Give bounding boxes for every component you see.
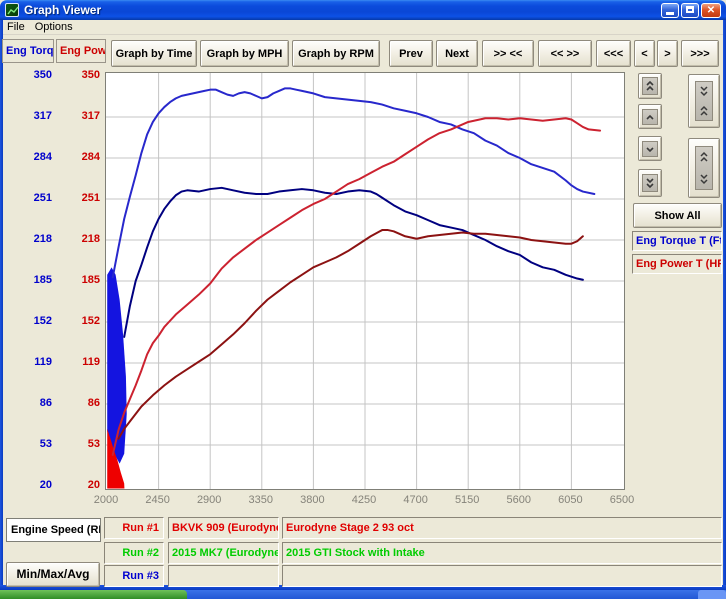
zoom-in-vertical-button[interactable] <box>688 74 720 128</box>
menu-options[interactable]: Options <box>35 21 73 33</box>
power-tick-251: 251 <box>54 192 100 204</box>
maximize-button[interactable] <box>681 3 699 18</box>
maximize-icon <box>686 6 694 13</box>
menu-file[interactable]: File <box>7 21 25 33</box>
zoom-out-vertical-button[interactable] <box>688 138 720 198</box>
minimize-icon <box>666 12 674 15</box>
graph-viewer-window: Graph Viewer ✕ File Options Eng Torque E… <box>0 0 726 590</box>
rpm-tick-2900: 2900 <box>187 494 231 506</box>
torque-tick-218: 218 <box>6 233 52 245</box>
taskbar-item[interactable] <box>698 590 726 599</box>
scroll-up-fast-button[interactable] <box>638 73 662 99</box>
run-3-description-field[interactable] <box>282 565 722 587</box>
power-tick-119: 119 <box>54 356 100 368</box>
run-label-3: Run #3 <box>104 565 164 587</box>
toolbar-button-[interactable]: <<< <box>596 40 631 67</box>
window-title: Graph Viewer <box>24 3 101 17</box>
rpm-tick-5150: 5150 <box>445 494 489 506</box>
chevrons-inward-icon <box>695 81 713 121</box>
rpm-tick-4700: 4700 <box>394 494 438 506</box>
scroll-up-button[interactable] <box>638 104 662 129</box>
toolbar-button-[interactable]: > <box>657 40 678 67</box>
run-1-file-field[interactable]: BKVK 909 (Eurodyne, I <box>168 517 279 539</box>
toolbar-button-graph-by-time[interactable]: Graph by Time <box>111 40 197 67</box>
power-tick-185: 185 <box>54 274 100 286</box>
torque-tick-152: 152 <box>6 315 52 327</box>
torque-tick-20: 20 <box>6 479 52 491</box>
run-3-file-field[interactable] <box>168 565 279 587</box>
scroll-down-button[interactable] <box>638 136 662 161</box>
power-tick-284: 284 <box>54 151 100 163</box>
chevron-down-icon <box>642 141 658 157</box>
toolbar-button-next[interactable]: Next <box>436 40 478 67</box>
power-tick-350: 350 <box>54 69 100 81</box>
rpm-tick-6050: 6050 <box>548 494 592 506</box>
y-axis-box-power: Eng Power <box>56 39 106 63</box>
app-icon <box>5 3 19 17</box>
run-label-2: Run #2 <box>104 542 164 564</box>
torque-tick-86: 86 <box>6 397 52 409</box>
double-chevron-down-icon <box>642 174 658 192</box>
toolbar-button-graph-by-rpm[interactable]: Graph by RPM <box>292 40 380 67</box>
power-tick-218: 218 <box>54 233 100 245</box>
power-tick-20: 20 <box>54 479 100 491</box>
power-tick-317: 317 <box>54 110 100 122</box>
curve-run-2-eng-torque <box>124 188 583 337</box>
torque-tick-284: 284 <box>6 151 52 163</box>
power-tick-86: 86 <box>54 397 100 409</box>
power-tick-53: 53 <box>54 438 100 450</box>
toolbar-button-graph-by-mph[interactable]: Graph by MPH <box>200 40 289 67</box>
curve-run-2-eng-power <box>118 230 582 439</box>
rpm-tick-4250: 4250 <box>342 494 386 506</box>
start-button[interactable] <box>0 590 187 599</box>
scroll-down-fast-button[interactable] <box>638 169 662 197</box>
menu-bar: File Options <box>3 20 723 35</box>
screen: Graph Viewer ✕ File Options Eng Torque E… <box>0 0 726 599</box>
power-tick-152: 152 <box>54 315 100 327</box>
toolbar-button-[interactable]: << >> <box>538 40 592 67</box>
close-button[interactable]: ✕ <box>701 3 721 18</box>
title-bar[interactable]: Graph Viewer ✕ <box>0 0 726 20</box>
chevron-up-icon <box>642 109 658 125</box>
toolbar-button-prev[interactable]: Prev <box>389 40 433 67</box>
legend-torque: Eng Torque T (Ft-l <box>632 231 722 251</box>
rpm-tick-2450: 2450 <box>136 494 180 506</box>
rpm-tick-2000: 2000 <box>84 494 128 506</box>
y-axis-box-torque: Eng Torque <box>2 39 54 63</box>
rpm-tick-5600: 5600 <box>497 494 541 506</box>
rpm-tick-3350: 3350 <box>239 494 283 506</box>
minimize-button[interactable] <box>661 3 679 18</box>
chart-plot-area[interactable] <box>105 72 625 490</box>
rpm-tick-3800: 3800 <box>290 494 334 506</box>
x-axis-title-box: Engine Speed (RPM) <box>6 518 101 542</box>
torque-tick-251: 251 <box>6 192 52 204</box>
double-chevron-up-icon <box>642 77 658 95</box>
run-2-file-field[interactable]: 2015 MK7 (Eurodyne, E <box>168 542 279 564</box>
torque-tick-53: 53 <box>6 438 52 450</box>
min-max-avg-button[interactable]: Min/Max/Avg <box>6 562 100 587</box>
run-label-1: Run #1 <box>104 517 164 539</box>
close-icon: ✕ <box>707 5 715 16</box>
toolbar-button-[interactable]: < <box>634 40 655 67</box>
window-border-left <box>0 20 3 590</box>
toolbar-button-[interactable]: >> << <box>482 40 534 67</box>
torque-tick-317: 317 <box>6 110 52 122</box>
toolbar-button-[interactable]: >>> <box>681 40 719 67</box>
taskbar <box>0 590 726 599</box>
chevrons-outward-icon <box>695 146 713 190</box>
show-all-button[interactable]: Show All <box>633 203 722 228</box>
torque-tick-350: 350 <box>6 69 52 81</box>
torque-tick-119: 119 <box>6 356 52 368</box>
run-2-description-field[interactable]: 2015 GTI Stock with Intake <box>282 542 722 564</box>
torque-tick-185: 185 <box>6 274 52 286</box>
run-1-description-field[interactable]: Eurodyne Stage 2 93 oct <box>282 517 722 539</box>
rpm-tick-6500: 6500 <box>600 494 644 506</box>
legend-power: Eng Power T (HP) <box>632 254 722 274</box>
